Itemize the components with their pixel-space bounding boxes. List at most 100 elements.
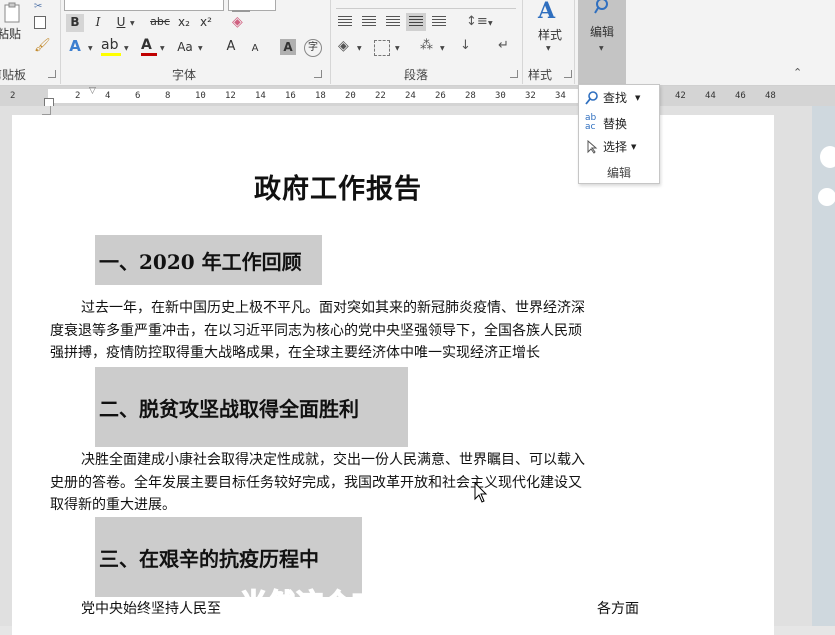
- replace-icon: ab ac: [585, 113, 597, 132]
- paragraph-top-row: [336, 0, 516, 9]
- select-pointer-icon: [587, 139, 598, 154]
- clipboard-launcher-icon[interactable]: [48, 70, 56, 78]
- align-center-icon[interactable]: [362, 16, 376, 28]
- distribute-icon[interactable]: [432, 16, 446, 28]
- character-shading-button[interactable]: A: [280, 39, 296, 55]
- justify-icon[interactable]: [406, 13, 426, 31]
- highlight-dropdown-icon[interactable]: ▼: [124, 45, 129, 52]
- font-color-icon[interactable]: A: [141, 38, 157, 56]
- bold-button[interactable]: B: [66, 14, 84, 32]
- font-launcher-icon[interactable]: [314, 70, 322, 78]
- heading-2: 二、脱贫攻坚战取得全面胜利: [95, 367, 408, 447]
- borders-icon[interactable]: [374, 40, 390, 56]
- font-color-dropdown-icon[interactable]: ▼: [160, 45, 165, 52]
- superscript-button[interactable]: x²: [198, 14, 214, 30]
- ruler-tick-label: 30: [495, 91, 506, 101]
- paragraph-3-end: 各方面: [597, 601, 639, 617]
- sort-icon[interactable]: ↓: [460, 38, 471, 53]
- find-label: 查找: [603, 91, 628, 105]
- desktop-background-strip: [812, 106, 835, 626]
- italic-button[interactable]: I: [90, 14, 106, 30]
- underline-button[interactable]: U: [114, 14, 128, 30]
- ruler-tick-label: 4: [105, 91, 111, 101]
- ruler-tick-label: 14: [255, 91, 266, 101]
- find-dropdown-icon: ▼: [635, 93, 641, 102]
- paragraph-2: 决胜全面建成小康社会取得决定性成就，交出一份人民满意、世界瞩目、可以载入 史册的…: [50, 452, 585, 513]
- enclose-characters-button[interactable]: 字: [304, 39, 322, 57]
- line-spacing-icon[interactable]: ↕≡: [466, 14, 488, 29]
- ruler-tick-label: 34: [555, 91, 566, 101]
- line-spacing-dropdown-icon[interactable]: ▼: [488, 20, 493, 27]
- ruler-tick-label: 26: [435, 91, 446, 101]
- paragraph-1: 过去一年，在新中国历史上极不平凡。面对突如其来的新冠肺炎疫情、世界经济深 度衰退…: [50, 300, 585, 361]
- font-size-dropdown-icon[interactable]: [232, 10, 250, 12]
- ruler-tick-label: 6: [135, 91, 141, 101]
- cut-icon[interactable]: ✂: [34, 1, 42, 12]
- horizontal-ruler[interactable]: ▽ 22468101214161820222426283032343638404…: [0, 86, 835, 108]
- select-menu-item[interactable]: 选择 ▼: [585, 138, 636, 155]
- ruler-tick-label: 10: [195, 91, 206, 101]
- ruler-tick-label: 12: [225, 91, 236, 101]
- ruler-tick-label: 22: [375, 91, 386, 101]
- change-case-button[interactable]: Aa: [174, 39, 196, 55]
- paragraph-launcher-icon[interactable]: [510, 70, 518, 78]
- styles-button[interactable]: 样式: [534, 27, 566, 43]
- styles-icon[interactable]: A: [538, 0, 562, 22]
- heading-1: 一、2020 年工作回顾: [95, 235, 322, 285]
- grow-font-button[interactable]: A: [224, 39, 238, 55]
- replace-label: 替换: [603, 116, 628, 131]
- ruler-tick-label: 20: [345, 91, 356, 101]
- replace-menu-item[interactable]: ab ac 替换: [585, 114, 627, 132]
- text-effects-button[interactable]: A: [66, 38, 84, 54]
- ruler-tick-label: 48: [765, 91, 776, 101]
- align-left-icon[interactable]: [338, 16, 352, 28]
- editing-dropdown: 查找 ▼ ab ac 替换 选择 ▼ 编辑: [578, 84, 660, 184]
- clipboard-group-label: 剪贴板: [0, 68, 27, 82]
- paste-label: 粘贴: [0, 27, 21, 41]
- select-dropdown-icon: ▼: [631, 142, 637, 151]
- ruler-tick-label: 2: [75, 91, 81, 101]
- page-corner-mark: [42, 106, 51, 115]
- shrink-font-button[interactable]: A: [248, 41, 262, 57]
- ruler-tick-label: 2: [10, 91, 16, 101]
- show-marks-icon[interactable]: ↵: [498, 38, 509, 53]
- ruler-tick-label: 44: [705, 91, 716, 101]
- editing-button[interactable]: 编辑 ▼: [578, 0, 626, 85]
- styles-dropdown-icon[interactable]: ▼: [546, 45, 551, 52]
- highlight-icon[interactable]: ab: [101, 38, 121, 56]
- shading-icon[interactable]: ◈: [338, 38, 349, 54]
- styles-group-label: 样式: [528, 68, 553, 82]
- ribbon: 粘贴 ✂ 🖌 剪贴板 B I U ▼ abc x₂ x² ◈ A ▼ ab ▼ …: [0, 0, 835, 86]
- select-label: 选择: [603, 140, 628, 154]
- ruler-tick-label: 28: [465, 91, 476, 101]
- video-subtitle: 当然这个方法是值得推荐的: [239, 588, 576, 621]
- first-line-indent-marker-icon[interactable]: ▽: [89, 86, 96, 96]
- copy-icon[interactable]: [34, 16, 46, 29]
- chinese-layout-dropdown-icon[interactable]: ▼: [440, 45, 445, 52]
- paragraph-group-label: 段落: [404, 68, 429, 82]
- borders-dropdown-icon[interactable]: ▼: [395, 45, 400, 52]
- strikethrough-button[interactable]: abc: [147, 14, 173, 30]
- ruler-tick-label: 46: [735, 91, 746, 101]
- paste-icon: [4, 2, 20, 23]
- change-case-dropdown-icon[interactable]: ▼: [198, 45, 203, 52]
- paste-button[interactable]: 粘贴: [0, 2, 26, 46]
- flower-icon: [820, 146, 835, 168]
- find-menu-item[interactable]: 查找 ▼: [585, 89, 640, 106]
- chinese-layout-icon[interactable]: ⁂: [420, 38, 433, 53]
- search-icon: [594, 0, 608, 14]
- align-right-icon[interactable]: [386, 16, 400, 28]
- shading-dropdown-icon[interactable]: ▼: [357, 45, 362, 52]
- clear-format-icon[interactable]: ◈: [232, 14, 243, 30]
- styles-launcher-icon[interactable]: [564, 70, 572, 78]
- text-effects-dropdown-icon[interactable]: ▼: [88, 45, 93, 52]
- editing-group-label: 编辑: [606, 166, 631, 180]
- flower-icon-2: [818, 188, 835, 206]
- format-painter-icon[interactable]: 🖌: [34, 38, 51, 53]
- underline-dropdown-icon[interactable]: ▼: [130, 20, 135, 27]
- subscript-button[interactable]: x₂: [176, 14, 192, 30]
- find-icon: [585, 90, 598, 105]
- editing-button-label: 编辑: [589, 25, 614, 39]
- collapse-ribbon-icon[interactable]: ⌃: [793, 66, 802, 79]
- font-name-combo[interactable]: [64, 0, 224, 11]
